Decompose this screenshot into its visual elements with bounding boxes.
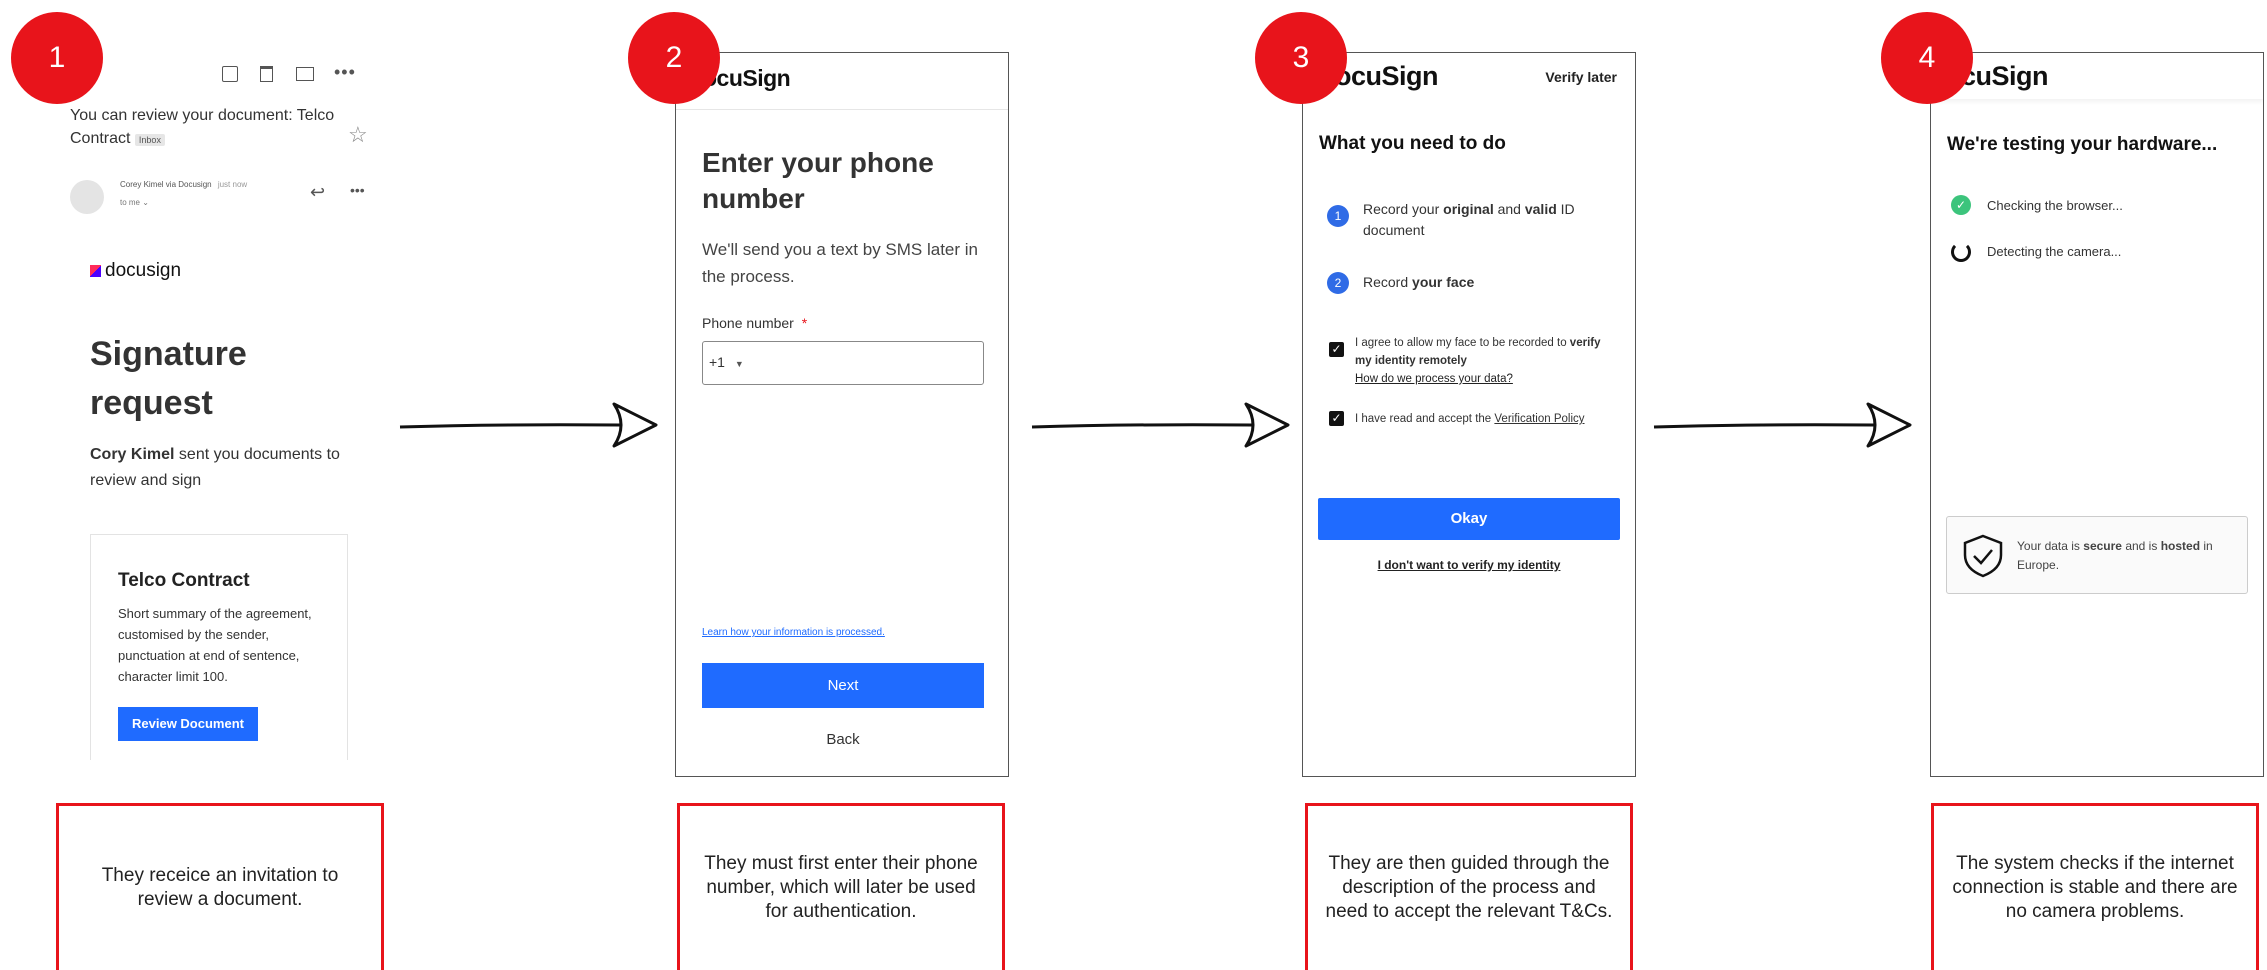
step-number: 2 bbox=[665, 41, 683, 74]
step-number-icon: 2 bbox=[1327, 272, 1349, 294]
caption-1: They receice an invitation to review a d… bbox=[56, 803, 384, 970]
loading-spinner-icon bbox=[1951, 242, 1971, 262]
more-options-icon[interactable]: ••• bbox=[350, 182, 365, 198]
flow-arrow bbox=[399, 402, 658, 448]
screen-title: We're testing your hardware... bbox=[1947, 134, 2218, 155]
avatar bbox=[70, 180, 104, 214]
step-badge-3: 3 bbox=[1255, 12, 1347, 104]
policy-consent-checkbox[interactable]: ✓ bbox=[1329, 411, 1344, 426]
screen-subtitle: We'll send you a text by SMS later in th… bbox=[702, 240, 979, 286]
inbox-tag: Inbox bbox=[134, 134, 165, 146]
caption-3: They are then guided through the descrip… bbox=[1305, 803, 1633, 970]
step-badge-2: 2 bbox=[628, 12, 720, 104]
card-title: Telco Contract bbox=[118, 570, 250, 591]
decline-verification-link[interactable]: I don't want to verify my identity bbox=[1318, 558, 1620, 572]
phone-screen-2: ocuSign Enter your phone number We'll se… bbox=[675, 52, 1009, 777]
chevron-down-icon: ▼ bbox=[734, 359, 744, 369]
email-message: Cory Kimel sent you documents to review … bbox=[90, 446, 340, 489]
archive-icon[interactable] bbox=[222, 66, 238, 82]
data-processing-link[interactable]: How do we process your data? bbox=[1355, 373, 1513, 385]
card-summary: Short summary of the agreement, customis… bbox=[118, 606, 312, 684]
data-security-notice: Your data is secure and is hosted in Eur… bbox=[1946, 516, 2248, 594]
app-header: ocuSign Verify later bbox=[1303, 53, 1635, 99]
country-code-select[interactable]: +1 ▼ bbox=[709, 354, 744, 370]
more-icon[interactable]: ••• bbox=[334, 62, 356, 83]
caption-2: They must first enter their phone number… bbox=[677, 803, 1005, 970]
phone-field-label: Phone number * bbox=[702, 315, 808, 331]
reply-icon[interactable]: ↩ bbox=[310, 182, 325, 203]
step-number-icon: 1 bbox=[1327, 205, 1349, 227]
face-consent-checkbox[interactable]: ✓ bbox=[1329, 342, 1344, 357]
phone-screen-3: ocuSign Verify later What you need to do… bbox=[1302, 52, 1636, 777]
step-badge-1: 1 bbox=[11, 12, 103, 104]
recipient-line: to me ⌄ bbox=[120, 198, 149, 207]
docusign-logo-icon bbox=[90, 265, 101, 277]
docusign-brand: docusign bbox=[90, 260, 181, 282]
email-heading: Signature request bbox=[90, 335, 247, 422]
flow-arrow bbox=[1031, 402, 1290, 448]
screen-title: What you need to do bbox=[1319, 133, 1506, 154]
phone-number-input[interactable]: +1 ▼ bbox=[702, 341, 984, 385]
email-screenshot: ••• You can review your document: Telco … bbox=[60, 52, 388, 760]
email-subject: You can review your document: Telco Cont… bbox=[70, 107, 335, 147]
caption-4: The system checks if the internet connec… bbox=[1931, 803, 2259, 970]
step-number: 3 bbox=[1292, 41, 1310, 74]
verify-later-link[interactable]: Verify later bbox=[1545, 69, 1617, 85]
docusign-logo: ocuSign bbox=[1335, 61, 1439, 91]
next-button[interactable]: Next bbox=[702, 663, 984, 708]
learn-more-link[interactable]: Learn how your information is processed. bbox=[702, 627, 885, 638]
verification-policy-link[interactable]: Verification Policy bbox=[1494, 413, 1584, 425]
app-header: ocuSign bbox=[676, 53, 1008, 110]
delete-icon[interactable] bbox=[260, 66, 273, 82]
app-header: ocuSign bbox=[1931, 53, 2263, 99]
step-badge-4: 4 bbox=[1881, 12, 1973, 104]
review-document-button[interactable]: Review Document bbox=[118, 707, 258, 741]
step-number: 4 bbox=[1918, 41, 1936, 74]
sender-line: Corey Kimel via Docusign just now bbox=[120, 180, 248, 189]
email-toolbar: ••• bbox=[222, 62, 388, 88]
check-circle-icon: ✓ bbox=[1951, 195, 1971, 215]
phone-screen-4: ocuSign We're testing your hardware... ✓… bbox=[1930, 52, 2264, 777]
okay-button[interactable]: Okay bbox=[1318, 498, 1620, 540]
star-icon[interactable]: ☆ bbox=[348, 122, 368, 148]
flow-arrow bbox=[1653, 402, 1912, 448]
step-number: 1 bbox=[48, 41, 66, 74]
mail-icon[interactable] bbox=[296, 67, 314, 81]
back-button[interactable]: Back bbox=[702, 731, 984, 748]
screen-title: Enter your phone number bbox=[702, 147, 934, 214]
document-card: Telco Contract Short summary of the agre… bbox=[90, 534, 348, 760]
shield-check-icon bbox=[1963, 534, 2003, 578]
